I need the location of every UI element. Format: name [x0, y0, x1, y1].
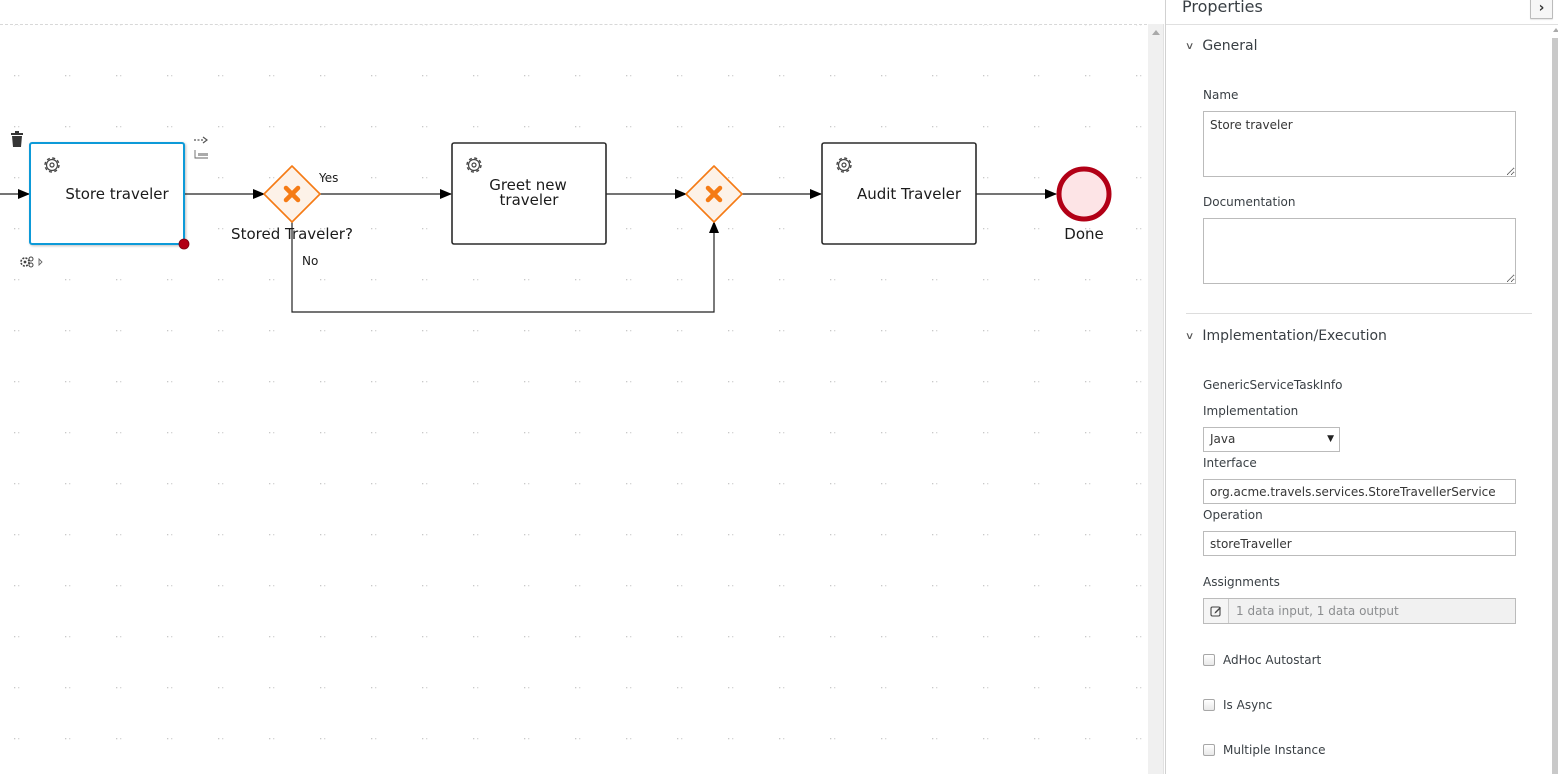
properties-header: Properties ›	[1166, 0, 1558, 25]
end-event-done[interactable]: Done	[1056, 166, 1112, 243]
canvas-vertical-scrollbar[interactable]	[1148, 24, 1164, 774]
properties-scrollbar[interactable]	[1552, 26, 1558, 774]
name-field[interactable]: Store traveler	[1203, 111, 1516, 177]
adhoc-autostart-option[interactable]: AdHoc Autostart	[1203, 653, 1321, 667]
properties-title: Properties	[1182, 0, 1263, 16]
generic-service-task-info-label: GenericServiceTaskInfo	[1203, 378, 1343, 392]
multiple-instance-label: Multiple Instance	[1223, 743, 1326, 757]
section-general-heading: General	[1202, 38, 1258, 54]
gateway-label: Stored Traveler?	[231, 225, 353, 243]
interface-label: Interface	[1203, 456, 1257, 470]
properties-panel: Properties › ∨ General Name Store travel…	[1165, 0, 1558, 774]
is-async-label: Is Async	[1223, 698, 1273, 712]
task-audit-traveler[interactable]: Audit Traveler	[821, 142, 977, 245]
scrollbar-thumb[interactable]	[1552, 38, 1558, 774]
flow-label-no: No	[302, 254, 318, 268]
chevron-down-icon: ∨	[1184, 330, 1195, 342]
multiple-instance-option[interactable]: Multiple Instance	[1203, 743, 1326, 757]
section-divider	[1186, 313, 1532, 314]
implementation-selected-value: Java	[1210, 432, 1236, 446]
task-label-line-2: traveler	[500, 191, 560, 209]
adhoc-autostart-checkbox[interactable]	[1203, 654, 1215, 666]
task-greet-new-traveler[interactable]: Greet new traveler	[451, 142, 607, 245]
section-general-toggle[interactable]: ∨ General	[1184, 38, 1258, 54]
edit-icon	[1210, 606, 1221, 617]
is-async-option[interactable]: Is Async	[1203, 698, 1272, 712]
assignments-summary: 1 data input, 1 data output	[1236, 604, 1399, 618]
dropdown-caret-icon: ▼	[1327, 434, 1334, 444]
implementation-label: Implementation	[1203, 404, 1299, 418]
diagram-canvas[interactable]: Yes No Store traveler Stored Traveler? G…	[0, 0, 1147, 774]
is-async-checkbox[interactable]	[1203, 699, 1215, 711]
trash-icon[interactable]	[11, 131, 23, 147]
section-implementation-heading: Implementation/Execution	[1202, 328, 1387, 344]
documentation-field[interactable]	[1203, 218, 1516, 284]
operation-label: Operation	[1203, 508, 1263, 522]
task-label: Store traveler	[65, 185, 169, 203]
scroll-up-icon[interactable]	[1553, 28, 1558, 32]
section-implementation-toggle[interactable]: ∨ Implementation/Execution	[1184, 328, 1387, 344]
flow-label-yes: Yes	[318, 171, 338, 185]
edit-assignments-button[interactable]	[1204, 599, 1229, 623]
operation-input[interactable]	[1203, 531, 1516, 556]
adhoc-autostart-label: AdHoc Autostart	[1223, 653, 1322, 667]
assignments-label: Assignments	[1203, 575, 1280, 589]
chevron-down-icon: ∨	[1184, 40, 1195, 52]
canvas-grid	[0, 25, 1147, 774]
documentation-label: Documentation	[1203, 195, 1296, 209]
name-label: Name	[1203, 88, 1239, 102]
task-label: Audit Traveler	[857, 185, 962, 203]
end-event-label: Done	[1064, 225, 1103, 243]
bpmn-diagram[interactable]: Yes No Store traveler Stored Traveler? G…	[0, 0, 1147, 774]
collapse-panel-button[interactable]: ›	[1530, 0, 1553, 19]
scroll-up-icon[interactable]	[1152, 30, 1160, 35]
chevron-right-icon: ›	[1538, 0, 1545, 16]
assignments-field: 1 data input, 1 data output	[1203, 598, 1516, 624]
app-root: Yes No Store traveler Stored Traveler? G…	[0, 0, 1558, 774]
resize-handle[interactable]	[178, 238, 190, 250]
multiple-instance-checkbox[interactable]	[1203, 744, 1215, 756]
task-store-traveler[interactable]: Store traveler	[29, 142, 190, 250]
interface-input[interactable]	[1203, 479, 1516, 504]
implementation-select[interactable]: Java ▼	[1203, 427, 1340, 452]
